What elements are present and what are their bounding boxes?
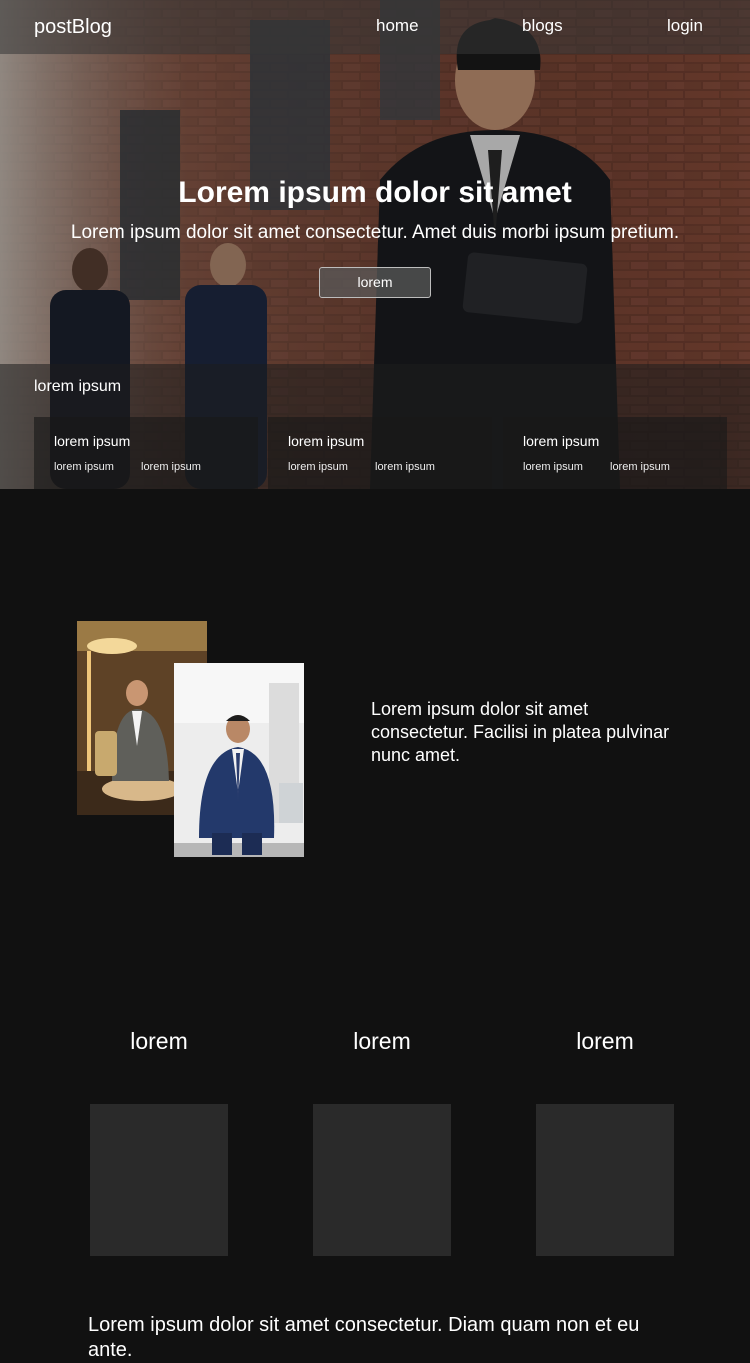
hero-title: Lorem ipsum dolor sit amet [178, 176, 572, 209]
footer-text: Lorem ipsum dolor sit amet consectetur. … [88, 1314, 640, 1361]
about-text: Lorem ipsum dolor sit amet consectetur. … [371, 699, 670, 765]
card-title: lorem ipsum [288, 433, 365, 449]
hero-section: postBlog home blogs login Lorem ipsum do… [0, 0, 750, 489]
card-link[interactable]: lorem ipsum [54, 461, 114, 473]
panel-title: lorem ipsum [34, 378, 122, 395]
column-image-placeholder [536, 1104, 674, 1256]
navbar: postBlog home blogs login [0, 0, 750, 54]
column-image-placeholder [90, 1104, 228, 1256]
hero-cta-button[interactable]: lorem [319, 267, 431, 298]
panel-card[interactable]: lorem ipsum lorem ipsum lorem ipsum [34, 417, 258, 489]
card-title: lorem ipsum [54, 433, 131, 449]
about-photo-portrait [174, 663, 304, 857]
brand-logo[interactable]: postBlog [34, 16, 112, 39]
card-link[interactable]: lorem ipsum [288, 461, 348, 473]
column-heading: lorem [353, 1028, 411, 1054]
panel-card[interactable]: lorem ipsum lorem ipsum lorem ipsum [268, 417, 492, 489]
hero-panel: lorem ipsum lorem ipsum lorem ipsum lore… [0, 364, 750, 489]
column-heading: lorem [130, 1028, 188, 1054]
card-link[interactable]: lorem ipsum [610, 461, 670, 473]
card-link[interactable]: lorem ipsum [375, 461, 435, 473]
column-heading: lorem [576, 1028, 634, 1054]
card-link[interactable]: lorem ipsum [141, 461, 201, 473]
nav-link-blogs[interactable]: blogs [522, 16, 563, 36]
nav-link-login[interactable]: login [667, 16, 703, 36]
column-image-placeholder [313, 1104, 451, 1256]
card-title: lorem ipsum [523, 433, 600, 449]
nav-link-home[interactable]: home [376, 16, 419, 36]
hero-subtitle: Lorem ipsum dolor sit amet consectetur. … [70, 222, 680, 243]
card-link[interactable]: lorem ipsum [523, 461, 583, 473]
panel-card[interactable]: lorem ipsum lorem ipsum lorem ipsum [503, 417, 727, 489]
